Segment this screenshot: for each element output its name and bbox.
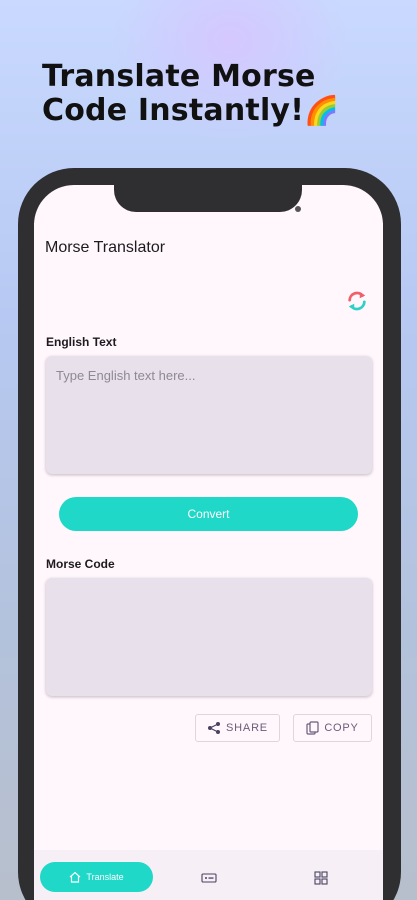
app-bar: Morse Translator xyxy=(34,223,383,271)
promo-headline: Translate Morse Code Instantly!🌈 xyxy=(42,60,402,128)
english-text-label: English Text xyxy=(46,335,117,349)
share-button[interactable]: SHARE xyxy=(195,714,280,742)
bottom-nav: Translate xyxy=(34,850,383,900)
nav-item-translate-label: Translate xyxy=(86,872,124,882)
app-screen: Morse Translator English Text Convert Mo… xyxy=(34,185,383,900)
app-title: Morse Translator xyxy=(45,239,166,256)
swap-refresh-icon[interactable] xyxy=(346,290,368,312)
english-text-box xyxy=(46,356,372,474)
promo-headline-text: Translate Morse Code Instantly! xyxy=(42,59,316,128)
phone-notch xyxy=(114,168,302,212)
share-label: SHARE xyxy=(226,722,268,734)
morse-code-label: Morse Code xyxy=(46,557,115,571)
camera-dot xyxy=(295,206,301,212)
rainbow-icon: 🌈 xyxy=(304,94,340,127)
copy-label: COPY xyxy=(324,722,359,734)
convert-button[interactable]: Convert xyxy=(59,497,358,531)
morse-code-output[interactable] xyxy=(46,578,372,696)
english-text-input[interactable] xyxy=(46,356,372,474)
copy-button[interactable]: COPY xyxy=(293,714,372,742)
home-icon xyxy=(70,871,81,883)
morse-code-box xyxy=(46,578,372,696)
copy-icon xyxy=(306,721,319,735)
grid-icon[interactable] xyxy=(313,871,329,885)
share-icon xyxy=(208,722,221,734)
nav-item-translate[interactable]: Translate xyxy=(40,862,153,892)
morse-icon[interactable] xyxy=(201,871,217,885)
